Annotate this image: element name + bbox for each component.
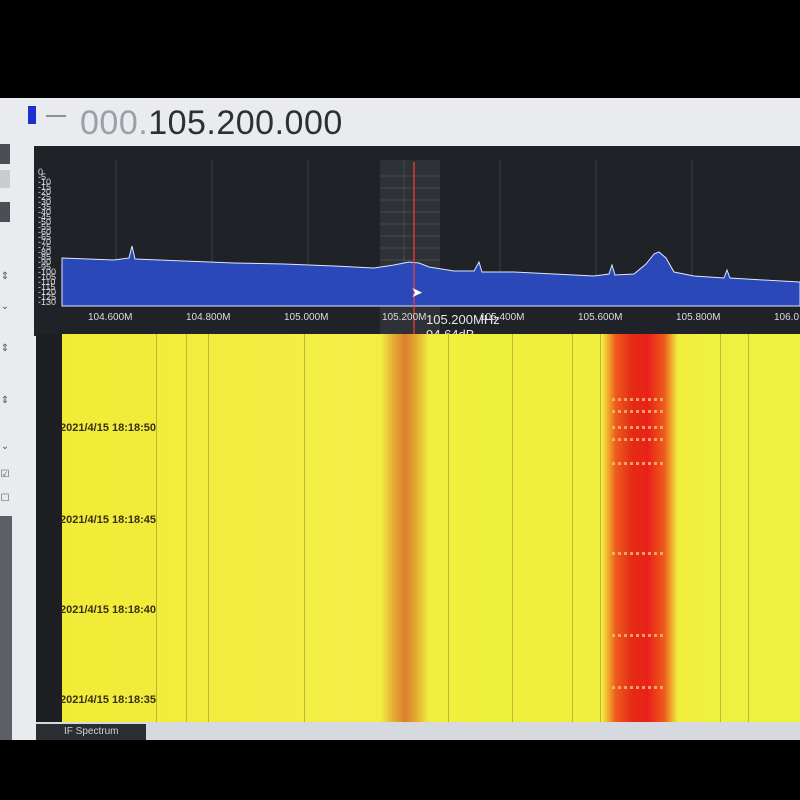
waterfall-timestamp: 2021/4/15 18:18:40 — [60, 604, 157, 616]
cursor-frequency: 105.200MHz — [426, 312, 500, 327]
freq-tick-label: 105.200M — [382, 312, 427, 323]
signal-stripe — [612, 438, 664, 441]
spinner-arrows-icon[interactable]: ⇕ — [0, 272, 10, 282]
spectrum-plot[interactable] — [34, 146, 800, 336]
tab-if-spectrum[interactable]: IF Spectrum — [36, 724, 146, 740]
signal-stripe — [612, 426, 664, 429]
waterfall-display[interactable]: 2021/4/15 18:18:50 2021/4/15 18:18:45 20… — [36, 334, 800, 722]
chevron-down-icon[interactable]: ⌄ — [0, 442, 10, 452]
side-button[interactable] — [0, 144, 10, 164]
waterfall-gridline — [572, 334, 573, 722]
status-indicator — [28, 106, 36, 124]
waterfall-gridline — [512, 334, 513, 722]
freq-tick-label: 105.000M — [284, 312, 329, 323]
monitor-screen: 000.105.200.000 ⇕ ⌄ ⇕ ⇕ ⌄ ☑ ☐ 0 -5 -10 -… — [0, 98, 800, 740]
strong-signal-trace — [602, 334, 678, 722]
signal-stripe — [612, 410, 664, 413]
waterfall-timestamp: 2021/4/15 18:18:35 — [60, 694, 157, 706]
weak-signal-trace — [381, 334, 429, 722]
waterfall-gridline — [304, 334, 305, 722]
waterfall-gridline — [448, 334, 449, 722]
separator-dash — [46, 115, 66, 117]
mouse-pointer-icon: ➤ — [411, 284, 423, 300]
side-button[interactable] — [0, 202, 10, 222]
chevron-down-icon[interactable]: ⌄ — [0, 302, 10, 312]
timestamp-gutter — [36, 334, 62, 722]
freq-tick-label: 106.0 — [774, 312, 800, 323]
frequency-digits[interactable]: 105.200.000 — [148, 104, 343, 142]
checkbox-unchecked[interactable]: ☐ — [0, 494, 10, 504]
freq-tick-label: 104.600M — [88, 312, 133, 323]
spectrum-panel[interactable]: 0 -5 -10 -15 -20 -25 -30 -35 -40 -45 -50… — [34, 146, 800, 342]
waterfall-gridline — [748, 334, 749, 722]
spinner-arrows-icon[interactable]: ⇕ — [0, 396, 10, 406]
signal-stripe — [612, 686, 664, 689]
waterfall-timestamp: 2021/4/15 18:18:45 — [60, 514, 157, 526]
side-button[interactable] — [0, 170, 10, 188]
side-panel-block — [0, 516, 12, 740]
waterfall-gridline — [186, 334, 187, 722]
signal-stripe — [612, 462, 664, 465]
left-control-strip: ⇕ ⌄ ⇕ ⇕ ⌄ ☑ ☐ — [0, 144, 14, 740]
signal-stripe — [612, 634, 664, 637]
waterfall-gridline — [600, 334, 601, 722]
freq-tick-label: 105.600M — [578, 312, 623, 323]
bottom-tab-bar: IF Spectrum — [36, 722, 800, 740]
checkbox-checked[interactable]: ☑ — [0, 470, 10, 480]
waterfall-gridline — [720, 334, 721, 722]
waterfall-timestamp: 2021/4/15 18:18:50 — [60, 422, 157, 434]
freq-tick-label: 105.800M — [676, 312, 721, 323]
frequency-bar: 000.105.200.000 — [0, 98, 800, 144]
frequency-leading-digits[interactable]: 000. — [80, 104, 148, 142]
waterfall-gridline — [156, 334, 157, 722]
frequency-display[interactable]: 000.105.200.000 — [80, 104, 343, 143]
signal-stripe — [612, 398, 664, 401]
waterfall-gridline — [208, 334, 209, 722]
freq-tick-label: 104.800M — [186, 312, 231, 323]
db-tick: -130 — [38, 297, 57, 307]
signal-stripe — [612, 552, 664, 555]
spinner-arrows-icon[interactable]: ⇕ — [0, 344, 10, 354]
